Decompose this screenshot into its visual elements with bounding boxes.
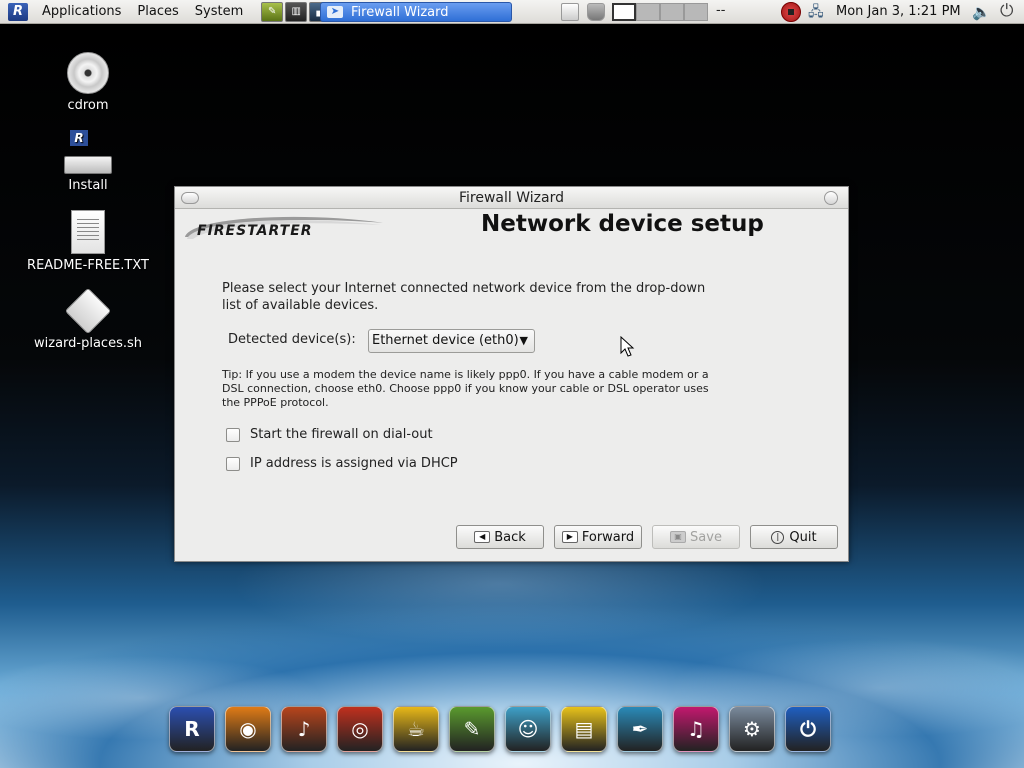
window-menu-button[interactable]	[181, 192, 199, 204]
save-button[interactable]: ▣ Save	[652, 525, 740, 549]
dock-settings-icon[interactable]: ⚙	[729, 706, 775, 752]
forward-button[interactable]: ▶ Forward	[554, 525, 642, 549]
dock-burner-icon[interactable]: ◎	[337, 706, 383, 752]
intro-line-1: Please select your Internet connected ne…	[222, 281, 706, 296]
desktop-icon-label: wizard-places.sh	[34, 336, 142, 351]
power-icon[interactable]: ⏻	[1000, 1, 1013, 21]
dock-photo-icon[interactable]: ✎	[449, 706, 495, 752]
workspace-4[interactable]	[684, 3, 708, 21]
desktop-icon-label: Install	[68, 178, 108, 193]
workspace-1[interactable]	[612, 3, 636, 21]
script-file-icon	[64, 287, 112, 335]
dialout-option[interactable]: Start the firewall on dial-out	[226, 427, 433, 442]
workspace-2[interactable]	[636, 3, 660, 21]
dock: R ◉ ♪ ◎ ☕ ✎ ☺ ▤ ✒ ♫ ⚙ ⏻	[165, 704, 837, 760]
launcher-piano-icon[interactable]: ▥	[285, 1, 308, 22]
workspace-dash: --	[716, 3, 726, 18]
tip-text: Tip: If you use a modem the device name …	[222, 368, 752, 410]
detected-devices-label: Detected device(s):	[228, 332, 356, 347]
desktop-icon-install[interactable]: R Install	[23, 130, 153, 193]
install-icon: R	[64, 130, 112, 174]
back-arrow-icon: ◀	[474, 531, 491, 543]
dock-office-icon[interactable]: ▤	[561, 706, 607, 752]
clock[interactable]: Mon Jan 3, 1:21 PM	[836, 4, 961, 19]
network-icon[interactable]: 🖧	[808, 3, 828, 21]
tip-line-3: the PPPoE protocol.	[222, 396, 329, 409]
tip-line-2: DSL connection, choose eth0. Choose ppp0…	[222, 382, 709, 395]
back-button[interactable]: ◀ Back	[456, 525, 544, 549]
device-dropdown[interactable]: Ethernet device (eth0) ▼	[368, 329, 535, 353]
dock-messenger-icon[interactable]: ☺	[505, 706, 551, 752]
taskbar-firewall-wizard[interactable]: ➤ Firewall Wizard	[320, 2, 512, 22]
cdrom-icon	[67, 52, 109, 94]
dock-firefox-icon[interactable]: ◉	[225, 706, 271, 752]
distro-logo-icon[interactable]: R	[8, 2, 28, 21]
quit-power-icon: |	[771, 530, 785, 544]
launcher-system-monitor-icon[interactable]: ✎	[261, 1, 284, 22]
save-button-label: Save	[690, 529, 722, 545]
text-file-icon	[71, 210, 105, 254]
dock-coffee-icon[interactable]: ☕	[393, 706, 439, 752]
desktop-icon-readme[interactable]: README-FREE.TXT	[23, 210, 153, 273]
chevron-down-icon: ▼	[519, 334, 528, 347]
firestarter-logo-text: FIRESTARTER	[197, 223, 313, 239]
window-titlebar[interactable]: Firewall Wizard	[175, 187, 848, 209]
dialout-label: Start the firewall on dial-out	[250, 427, 433, 442]
back-button-label: Back	[494, 529, 526, 545]
trash-icon[interactable]	[587, 3, 605, 21]
record-stop-icon[interactable]	[781, 2, 801, 22]
desktop-icon-wizard-places[interactable]: wizard-places.sh	[23, 287, 153, 351]
desktop-icon-label: cdrom	[67, 98, 109, 113]
window-close-button[interactable]	[824, 191, 838, 205]
quit-button[interactable]: | Quit	[750, 525, 838, 549]
dhcp-checkbox[interactable]	[226, 456, 240, 471]
firewall-wizard-window: Firewall Wizard FIRESTARTER Network devi…	[174, 186, 849, 562]
volume-icon[interactable]: 🔈	[972, 3, 991, 21]
dialout-checkbox[interactable]	[226, 427, 240, 442]
firestarter-icon: ➤	[327, 6, 343, 18]
tip-line-1: Tip: If you use a modem the device name …	[222, 368, 709, 381]
intro-text: Please select your Internet connected ne…	[222, 280, 722, 314]
device-dropdown-value: Ethernet device (eth0)	[372, 333, 519, 348]
intro-line-2: list of available devices.	[222, 298, 379, 313]
show-desktop-icon[interactable]	[561, 3, 579, 21]
workspace-switcher[interactable]	[612, 3, 708, 21]
dhcp-option[interactable]: IP address is assigned via DHCP	[226, 456, 458, 471]
menu-places[interactable]: Places	[129, 4, 186, 19]
dock-guitar-icon[interactable]: ♪	[281, 706, 327, 752]
dock-feather-icon[interactable]: ✒	[617, 706, 663, 752]
quit-button-label: Quit	[789, 529, 817, 545]
taskbar-label: Firewall Wizard	[351, 4, 449, 20]
desktop-icon-label: README-FREE.TXT	[27, 258, 149, 273]
forward-button-label: Forward	[581, 529, 635, 545]
dock-home-icon[interactable]: R	[169, 706, 215, 752]
page-heading: Network device setup	[481, 211, 764, 237]
forward-arrow-icon: ▶	[561, 531, 578, 543]
dock-music-icon[interactable]: ♫	[673, 706, 719, 752]
save-disk-icon: ▣	[670, 531, 687, 543]
firestarter-logo: FIRESTARTER	[185, 216, 385, 239]
workspace-3[interactable]	[660, 3, 684, 21]
window-title: Firewall Wizard	[459, 190, 564, 206]
desktop-icon-cdrom[interactable]: cdrom	[23, 52, 153, 113]
mouse-pointer-icon	[620, 336, 635, 357]
dhcp-label: IP address is assigned via DHCP	[250, 456, 458, 471]
menu-system[interactable]: System	[187, 4, 251, 19]
dock-power-icon[interactable]: ⏻	[785, 706, 831, 752]
menu-applications[interactable]: Applications	[34, 4, 129, 19]
